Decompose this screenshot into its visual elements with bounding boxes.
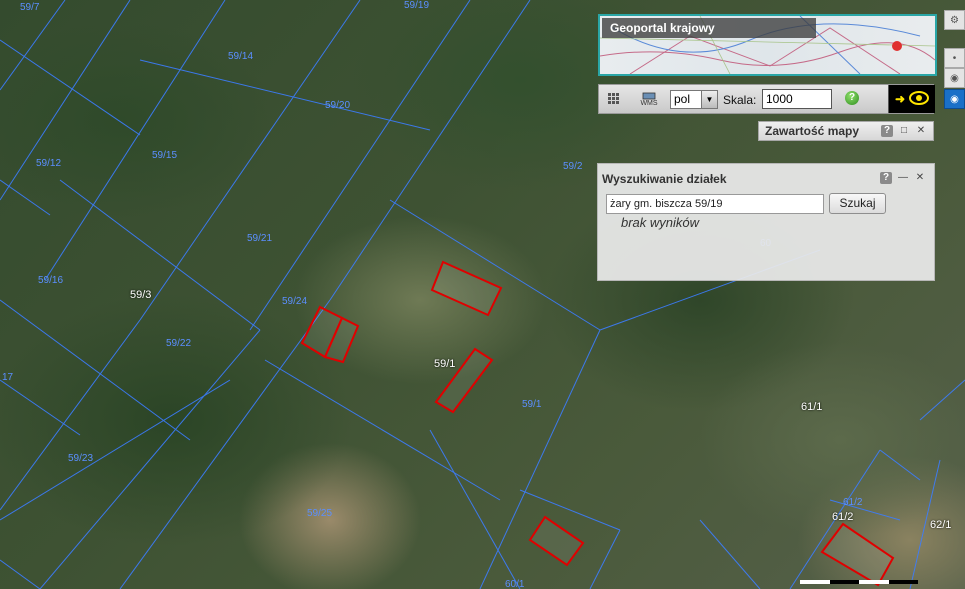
plot-label: 59/19 [404,0,430,11]
plot-label: 17 [2,372,14,383]
overview-title: Geoportal krajowy [602,18,816,38]
search-button[interactable]: Szukaj [829,193,886,214]
overview-map[interactable]: Geoportal krajowy [598,14,937,76]
plot-label: 61/2 [832,511,854,523]
map-content-title: Zawartość mapy [765,124,860,138]
grid-icon[interactable] [605,90,623,108]
grid-icon-svg [608,93,619,104]
plot-label: 59/3 [130,289,152,301]
eye-small-icon[interactable]: ◉ [944,68,965,88]
plot-label: 59/15 [152,150,178,161]
plot-label: 59/21 [247,233,273,244]
plot-label: 59/20 [325,100,351,111]
map-content-panel[interactable]: Zawartość mapy ? □ ✕ [758,121,934,141]
plot-label: 61/2 [843,497,863,508]
scale-input[interactable]: 1000 [762,89,832,109]
eye-icon [909,91,929,105]
help-icon[interactable]: ? [880,172,892,184]
arrow-right-icon: ➜ [895,92,906,106]
help-icon[interactable]: ? [845,91,859,105]
plot-label: 59/2 [563,161,583,172]
plot-label: 59/1 [434,358,456,370]
language-select[interactable]: pol ▼ [670,90,718,109]
mode-button[interactable]: ➜ [888,85,935,113]
plot-label: 59/12 [36,158,62,169]
plot-label: 59/24 [282,296,308,307]
scale-bar [800,580,918,584]
dot-icon[interactable]: • [944,48,965,68]
close-icon[interactable]: ✕ [915,125,927,137]
scale-label: Skala: [723,93,757,107]
parcel-search-input[interactable]: żary gm. biszcza 59/19 [606,194,824,214]
close-icon[interactable]: ✕ [914,172,926,184]
eye-active-icon[interactable]: ◉ [944,89,965,109]
plot-label: 59/25 [307,508,333,519]
plot-label: 59/22 [166,338,192,349]
plot-label: 59/7 [20,2,40,13]
building-outlines [300,260,895,587]
map-toolbar: WMS pol ▼ Skala: 1000 ? ➜ [598,84,935,114]
plot-label: 62/1 [930,519,952,531]
plot-label: 59/23 [68,453,94,464]
help-icon[interactable]: ? [881,125,893,137]
plot-label: 59/14 [228,51,254,62]
plot-label: 61/1 [801,401,823,413]
plot-label: 59/16 [38,275,64,286]
wms-globe [642,92,656,99]
search-result-text: brak wyników [621,215,700,230]
search-panel-title: Wyszukiwanie działek [602,172,727,186]
maximize-icon[interactable]: □ [898,125,910,137]
chevron-down-icon[interactable]: ▼ [701,91,717,108]
plot-label: 60/1 [505,579,525,589]
plot-label: 59/1 [522,399,542,410]
settings-icon[interactable]: ⚙ [944,10,965,30]
minimize-icon[interactable]: — [897,172,909,184]
parcel-search-panel: Wyszukiwanie działek ? — ✕ żary gm. bisz… [597,163,935,281]
wms-label: WMS [640,99,658,107]
language-value: pol [674,92,691,106]
wms-icon[interactable]: WMS [639,90,659,108]
